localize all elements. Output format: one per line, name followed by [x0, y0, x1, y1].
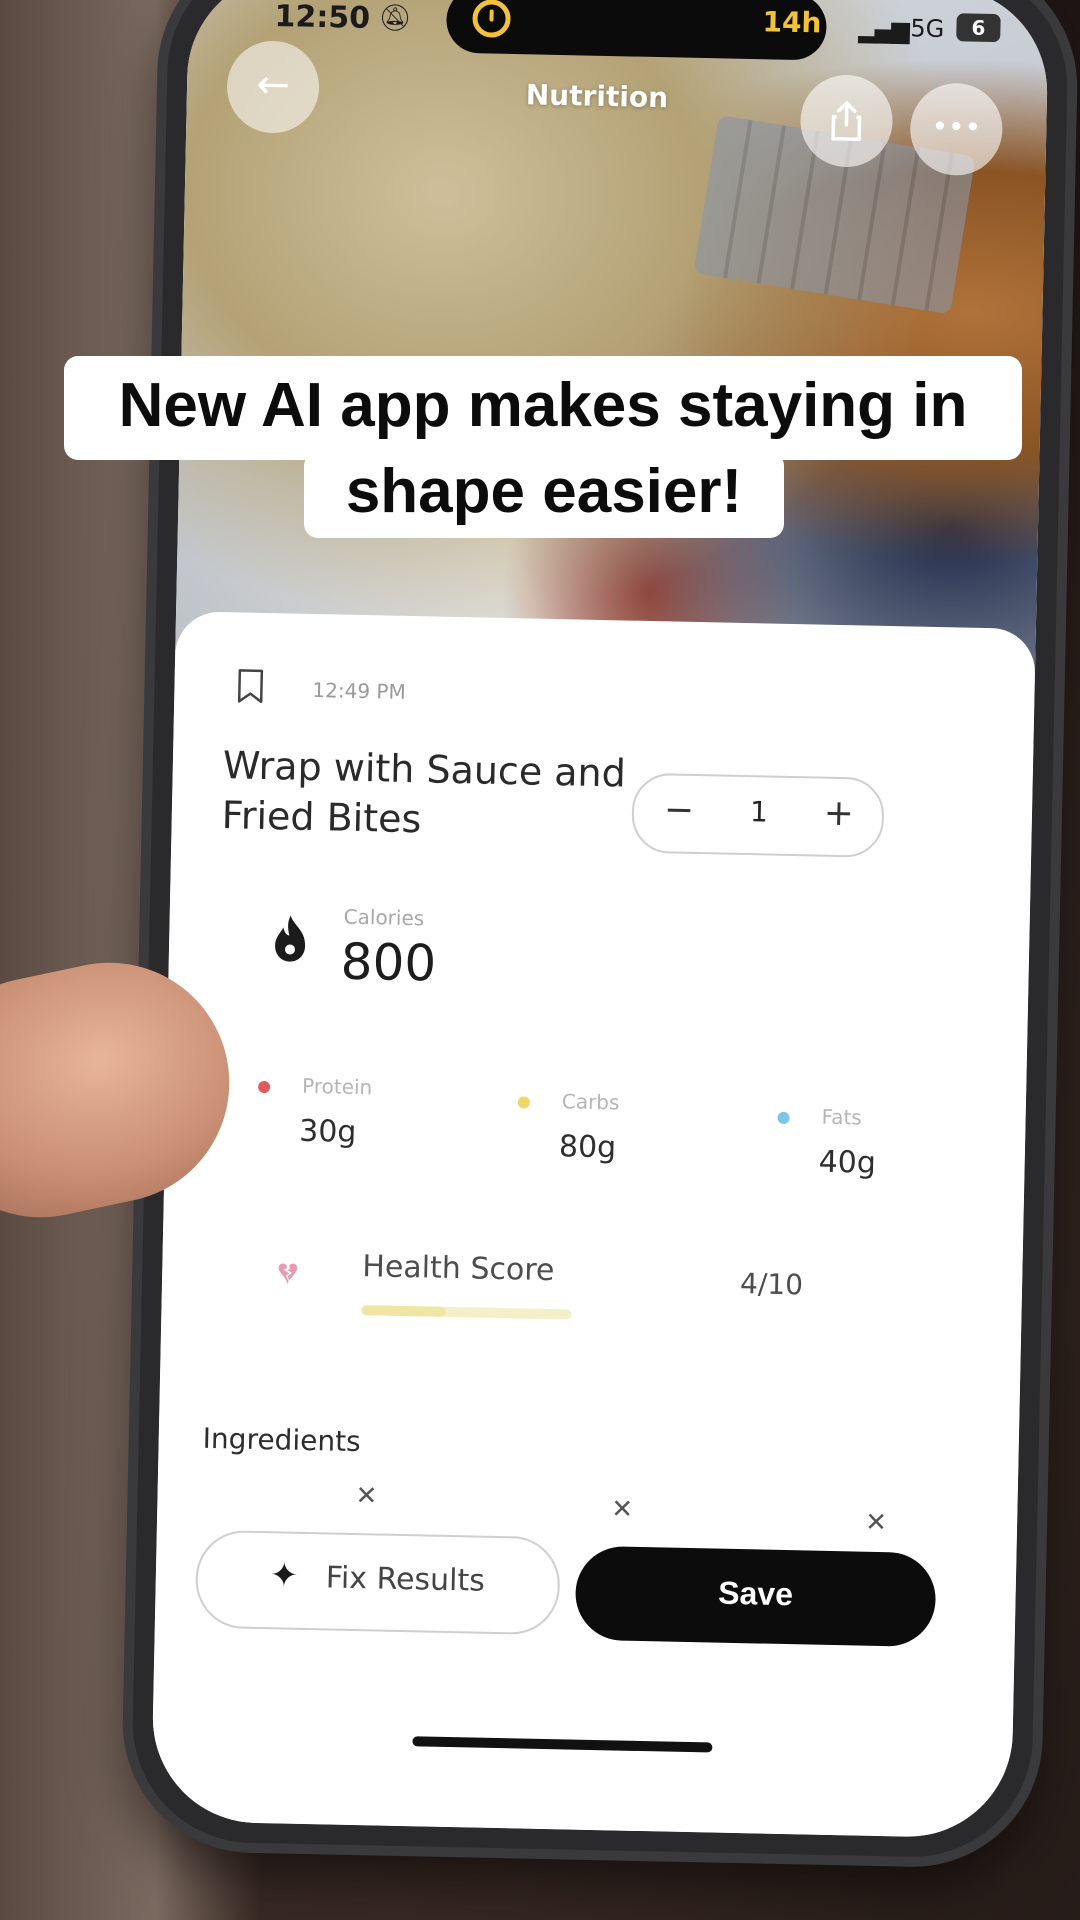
fix-results-label: Fix Results: [325, 1560, 486, 1599]
fix-results-button[interactable]: ✦ Fix Results: [194, 1529, 561, 1636]
battery-icon: 6: [956, 13, 1001, 43]
health-score-bar: [361, 1305, 572, 1320]
home-indicator[interactable]: [412, 1736, 713, 1753]
flame-icon: [275, 915, 306, 962]
island-timer-text: 14h: [762, 5, 822, 40]
silent-bell-icon: 🔕︎: [378, 3, 412, 34]
nutrition-card: 12:49 PM Wrap with Sauce and Fried Bites…: [150, 611, 1036, 1839]
health-score-fill: [361, 1305, 446, 1317]
close-icon[interactable]: ✕: [355, 1481, 377, 1511]
status-time: 12:50: [274, 0, 371, 36]
close-icon[interactable]: ✕: [611, 1494, 633, 1524]
increment-button[interactable]: +: [823, 793, 854, 835]
macro-label: Fats: [821, 1104, 863, 1130]
close-icon[interactable]: ✕: [865, 1508, 887, 1538]
save-label: Save: [717, 1574, 794, 1613]
bookmark-icon[interactable]: [236, 668, 265, 705]
caption-line-1: New AI app makes staying in: [64, 356, 1022, 460]
calories-value: 800: [340, 932, 437, 993]
macro-label: Protein: [301, 1073, 373, 1100]
arrow-left-icon: ←: [255, 61, 291, 109]
meal-name-line2: Fried Bites: [221, 793, 422, 842]
nav-title: Nutrition: [525, 78, 669, 115]
protein-icon: [257, 1080, 271, 1094]
meal-name: Wrap with Sauce and Fried Bites: [221, 740, 693, 850]
carbs-icon: [517, 1096, 530, 1109]
share-icon: [831, 101, 862, 142]
broken-heart-icon: 💔︎: [277, 1253, 298, 1292]
macro-value: 40g: [818, 1144, 877, 1181]
macro-label: Carbs: [561, 1089, 620, 1115]
ingredients-title: Ingredients: [202, 1421, 362, 1459]
calories-label: Calories: [343, 904, 425, 931]
macro-value: 30g: [298, 1113, 357, 1150]
caption-line-2: shape easier!: [304, 452, 784, 538]
health-score-label: Health Score: [362, 1249, 555, 1289]
fats-icon: [777, 1111, 790, 1125]
phone-screen: 12:50 🔕︎ 14h ▂▄▆ 5G 6 ← Nutrition ••• 12…: [150, 0, 1050, 1839]
save-button[interactable]: Save: [574, 1545, 937, 1648]
quantity-value: 1: [749, 795, 769, 829]
phone-frame: 12:50 🔕︎ 14h ▂▄▆ 5G 6 ← Nutrition ••• 12…: [130, 0, 1070, 1860]
sparkle-icon: ✦: [269, 1555, 299, 1596]
macro-value: 80g: [558, 1129, 617, 1166]
meal-timestamp: 12:49 PM: [312, 677, 406, 704]
network-label: 5G: [910, 14, 945, 44]
quantity-stepper: − 1 +: [631, 772, 885, 858]
decrement-button[interactable]: −: [664, 789, 695, 831]
signal-icon: ▂▄▆: [858, 15, 909, 45]
health-score-value: 4/10: [739, 1267, 804, 1302]
more-icon: •••: [931, 109, 982, 144]
